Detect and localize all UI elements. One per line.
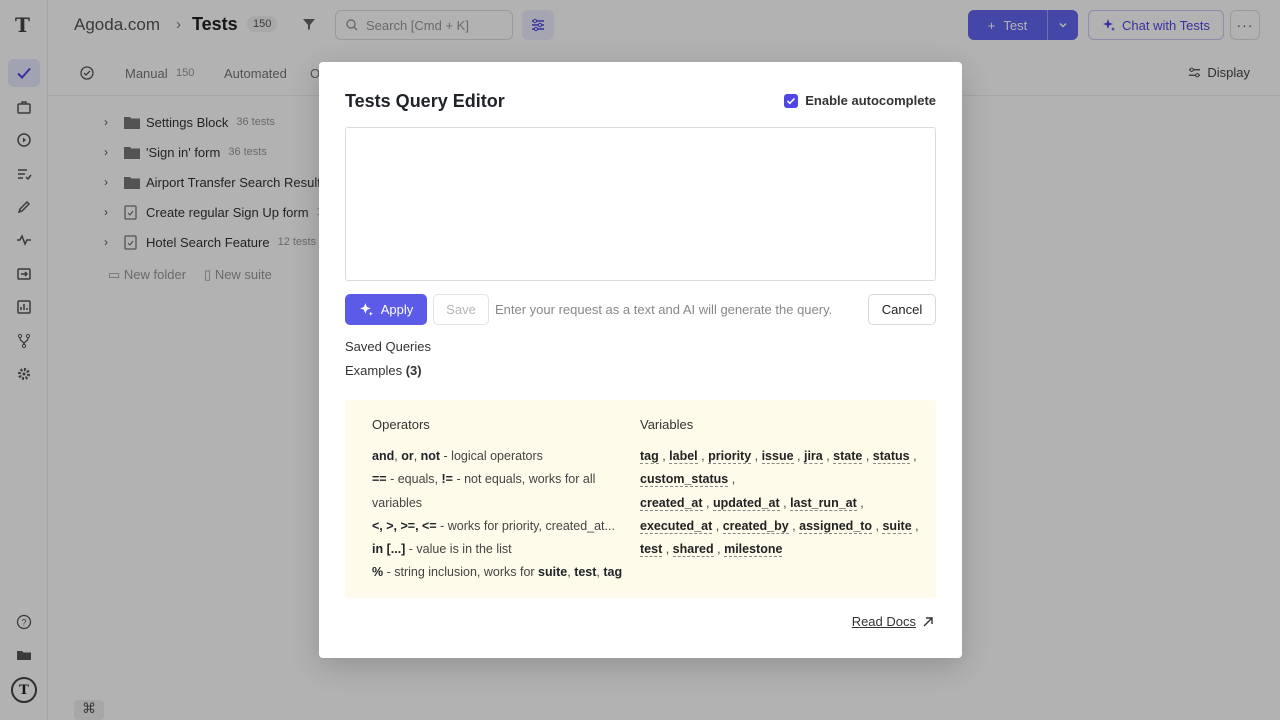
variable-chip[interactable]: state bbox=[833, 449, 863, 464]
autocomplete-checkbox[interactable] bbox=[784, 93, 799, 108]
variable-chip[interactable]: shared bbox=[672, 542, 714, 558]
op-not-equals: != bbox=[441, 472, 453, 487]
sparkle-icon bbox=[359, 303, 373, 316]
read-docs-label: Read Docs bbox=[851, 614, 916, 629]
op-and: and bbox=[372, 449, 395, 463]
apply-button[interactable]: Apply bbox=[345, 294, 427, 325]
variable-chip[interactable]: updated_at bbox=[712, 495, 780, 511]
in-operator-line: in [...] - value is in the list bbox=[372, 538, 632, 561]
op-equals: == bbox=[372, 472, 387, 487]
variable-chip[interactable]: assigned_to bbox=[799, 518, 873, 534]
percent-operator-line: % - string inclusion, works for suite, t… bbox=[372, 565, 623, 580]
equality-operators-line: == - equals, != - not equals, works for … bbox=[372, 468, 632, 515]
variables-column: Variables tag , label , priority , issue… bbox=[640, 417, 920, 561]
variable-chip[interactable]: created_by bbox=[722, 518, 789, 534]
variables-title: Variables bbox=[640, 417, 694, 432]
pct-target: test bbox=[574, 565, 597, 580]
cancel-button[interactable]: Cancel bbox=[868, 294, 936, 325]
logical-desc: - logical operators bbox=[440, 449, 543, 463]
syntax-help-panel: Operators and, or, not - logical operato… bbox=[345, 400, 936, 598]
pct-desc: - string inclusion, works for bbox=[383, 565, 539, 580]
variable-chip[interactable]: created_at bbox=[640, 495, 703, 511]
autocomplete-label: Enable autocomplete bbox=[805, 93, 936, 108]
query-editor-input[interactable] bbox=[345, 127, 936, 281]
variable-chip[interactable]: custom_status bbox=[640, 472, 729, 488]
variable-chip[interactable]: label bbox=[669, 449, 698, 464]
logical-operators-line: and, or, not - logical operators bbox=[372, 449, 543, 463]
operators-title: Operators bbox=[372, 417, 430, 432]
autocomplete-toggle[interactable]: Enable autocomplete bbox=[784, 93, 936, 108]
op-comparison: <, >, >=, <= bbox=[372, 518, 437, 533]
op-not: not bbox=[420, 449, 441, 463]
apply-label: Apply bbox=[380, 302, 414, 317]
modal-title: Tests Query Editor bbox=[345, 91, 505, 111]
variable-chip[interactable]: tag bbox=[640, 449, 659, 464]
comparison-operators-line: <, >, >=, <= - works for priority, creat… bbox=[372, 515, 632, 538]
variable-chip[interactable]: jira bbox=[803, 449, 823, 464]
cmp-desc: - works for priority, created_at... bbox=[436, 518, 615, 533]
save-button[interactable]: Save bbox=[433, 294, 489, 325]
op-in: in [...] bbox=[372, 542, 406, 557]
operators-column: Operators and, or, not - logical operato… bbox=[372, 417, 632, 585]
variable-chip[interactable]: issue bbox=[761, 449, 794, 464]
eq-desc: - equals, bbox=[386, 472, 442, 487]
pct-target: tag bbox=[603, 565, 623, 580]
external-link-icon bbox=[923, 616, 933, 626]
variable-chip[interactable]: milestone bbox=[724, 542, 783, 558]
variable-chip[interactable]: priority bbox=[708, 449, 752, 464]
ai-hint-text: Enter your request as a text and AI will… bbox=[495, 302, 833, 317]
read-docs-link[interactable]: Read Docs bbox=[852, 614, 934, 629]
examples-label: Examples bbox=[345, 363, 403, 378]
pct-target: suite bbox=[538, 565, 568, 580]
op-or: or bbox=[401, 449, 414, 463]
in-desc: - value is in the list bbox=[405, 542, 512, 557]
variables-list: tag , label , priority , issue , jira , … bbox=[640, 449, 919, 558]
variable-chip[interactable]: test bbox=[640, 542, 663, 558]
query-editor-modal: Tests Query Editor Enable autocomplete A… bbox=[319, 62, 962, 658]
examples-count: (3) bbox=[405, 363, 422, 378]
variable-chip[interactable]: suite bbox=[882, 518, 912, 534]
variable-chip[interactable]: status bbox=[872, 449, 910, 464]
examples-link[interactable]: Examples (3) bbox=[345, 363, 422, 378]
saved-queries-link[interactable]: Saved Queries bbox=[345, 339, 431, 354]
op-percent: % bbox=[372, 565, 384, 580]
variable-chip[interactable]: last_run_at bbox=[790, 495, 857, 511]
variable-chip[interactable]: executed_at bbox=[640, 518, 713, 534]
checkmark-icon bbox=[787, 97, 796, 104]
